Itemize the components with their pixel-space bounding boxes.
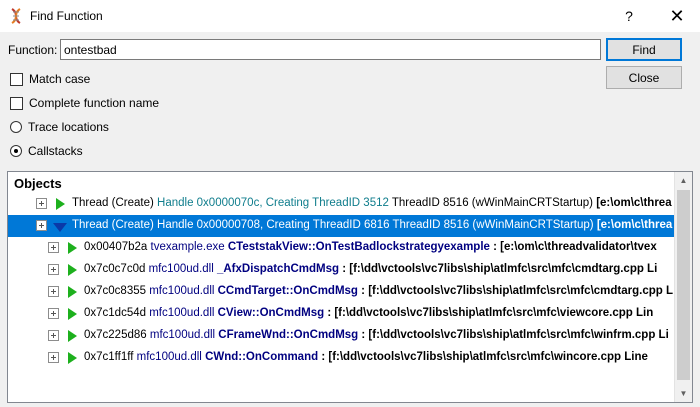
expand-icon[interactable] [36, 198, 47, 209]
vertical-scrollbar[interactable]: ▲ ▼ [674, 172, 692, 402]
frame-arrow-icon [68, 330, 77, 342]
expand-icon[interactable] [48, 242, 59, 253]
frame-location: : [f:\dd\vctools\vc7libs\ship\atlmfc\src… [339, 263, 658, 275]
row-handle: Handle 0x00000708, Creating ThreadID 681… [157, 219, 393, 231]
frame-location: : [e:\om\c\threadvalidator\tvex [489, 241, 657, 253]
frame-address: 0x00407b2a [84, 241, 151, 253]
frame-arrow-icon [68, 286, 77, 298]
expanded-arrow-icon [53, 223, 67, 232]
frame-location: : [f:\dd\vctools\vc7libs\ship\atlmfc\src… [358, 329, 669, 341]
frame-module: mfc100ud.dll [148, 263, 217, 275]
frame-module: mfc100ud.dll [149, 329, 219, 341]
tree-row-frame[interactable]: 0x7c0c7c0d mfc100ud.dll _AfxDispatchCmdM… [8, 259, 674, 281]
row-handle: Handle 0x0000070c, Creating ThreadID 351… [157, 197, 392, 209]
tree-row-frame[interactable]: 0x00407b2a tvexample.exe CTeststakView::… [8, 237, 674, 259]
frame-module: mfc100ud.dll [149, 285, 218, 297]
row-location: [e:\om\c\threa [596, 219, 673, 231]
function-input[interactable] [60, 39, 601, 60]
frame-module: tvexample.exe [150, 241, 228, 253]
close-icon: ✕ [669, 5, 685, 26]
tree-row-frame[interactable]: 0x7c1dc54d mfc100ud.dll CView::OnCmdMsg … [8, 303, 674, 325]
callstacks-radio[interactable] [10, 145, 22, 157]
find-button[interactable]: Find [606, 38, 682, 61]
row-type: Thread (Create) [72, 219, 158, 231]
expand-icon[interactable] [48, 286, 59, 297]
trace-locations-label: Trace locations [28, 120, 109, 134]
expand-icon[interactable] [48, 308, 59, 319]
title-bar: Find Function ? ✕ [0, 0, 700, 32]
results-tree[interactable]: Objects Thread (Create) Handle 0x0000070… [7, 171, 693, 403]
close-button[interactable]: Close [606, 66, 682, 89]
function-label: Function: [8, 43, 58, 57]
frame-function: CCmdTarget::OnCmdMsg [217, 285, 358, 297]
trace-locations-option[interactable]: Trace locations [10, 119, 109, 135]
row-thread: ThreadID 8516 (wWinMainCRTStartup) [392, 219, 597, 231]
frame-address: 0x7c225d86 [84, 329, 150, 341]
frame-function: CFrameWnd::OnCmdMsg [218, 329, 359, 341]
scroll-down-icon[interactable]: ▼ [675, 385, 692, 402]
trace-locations-radio[interactable] [10, 121, 22, 133]
frame-location: : [f:\dd\vctools\vc7libs\ship\atlmfc\src… [324, 307, 654, 319]
callstacks-option[interactable]: Callstacks [10, 143, 83, 159]
frame-arrow-icon [68, 352, 77, 364]
help-icon: ? [625, 8, 633, 24]
tree-row-frame[interactable]: 0x7c225d86 mfc100ud.dll CFrameWnd::OnCmd… [8, 325, 674, 347]
frame-address: 0x7c1ff1ff [84, 351, 137, 363]
frame-location: : [f:\dd\vctools\vc7libs\ship\atlmfc\src… [357, 285, 674, 297]
complete-function-name-label: Complete function name [29, 96, 160, 110]
scroll-thumb[interactable] [677, 190, 690, 380]
expand-icon[interactable] [48, 264, 59, 275]
complete-function-name-checkbox[interactable] [10, 96, 23, 110]
frame-module: mfc100ud.dll [136, 351, 206, 363]
frame-address: 0x7c0c8355 [84, 285, 150, 297]
frame-address: 0x7c1dc54d [84, 307, 150, 319]
thread-arrow-icon [56, 198, 65, 210]
match-case-option[interactable]: Match case [10, 71, 90, 87]
row-thread: ThreadID 8516 (wWinMainCRTStartup) [391, 197, 597, 209]
close-window-button[interactable]: ✕ [654, 0, 700, 32]
frame-location: : [f:\dd\vctools\vc7libs\ship\atlmfc\src… [318, 351, 648, 363]
row-location: [e:\om\c\threa [596, 197, 672, 209]
expand-icon[interactable] [48, 352, 59, 363]
tree-row-frame[interactable]: 0x7c1ff1ff mfc100ud.dll CWnd::OnCommand … [8, 347, 674, 369]
callstacks-label: Callstacks [28, 144, 83, 158]
help-button[interactable]: ? [606, 0, 652, 32]
frame-arrow-icon [68, 242, 77, 254]
row-type: Thread (Create) [72, 197, 158, 209]
app-icon [11, 8, 21, 24]
frame-arrow-icon [68, 264, 77, 276]
scroll-up-icon[interactable]: ▲ [675, 172, 692, 189]
complete-function-name-option[interactable]: Complete function name [10, 95, 159, 111]
tree-row-frame[interactable]: 0x7c0c8355 mfc100ud.dll CCmdTarget::OnCm… [8, 281, 674, 303]
objects-header: Objects [14, 176, 62, 191]
frame-module: mfc100ud.dll [149, 307, 218, 319]
tree-row-thread[interactable]: Thread (Create) Handle 0x0000070c, Creat… [8, 193, 674, 215]
frame-function: CTeststakView::OnTestBadlockstrategyexam… [227, 241, 490, 253]
frame-function: CWnd::OnCommand [205, 351, 319, 363]
frame-function: CView::OnCmdMsg [217, 307, 325, 319]
match-case-checkbox[interactable] [10, 72, 23, 86]
frame-arrow-icon [68, 308, 77, 320]
tree-row-thread-selected[interactable]: Thread (Create) Handle 0x00000708, Creat… [8, 215, 674, 237]
match-case-label: Match case [29, 72, 91, 86]
window-title: Find Function [30, 9, 103, 23]
frame-address: 0x7c0c7c0d [84, 263, 149, 275]
collapse-icon[interactable] [36, 220, 47, 231]
expand-icon[interactable] [48, 330, 59, 341]
frame-function: _AfxDispatchCmdMsg [216, 263, 340, 275]
